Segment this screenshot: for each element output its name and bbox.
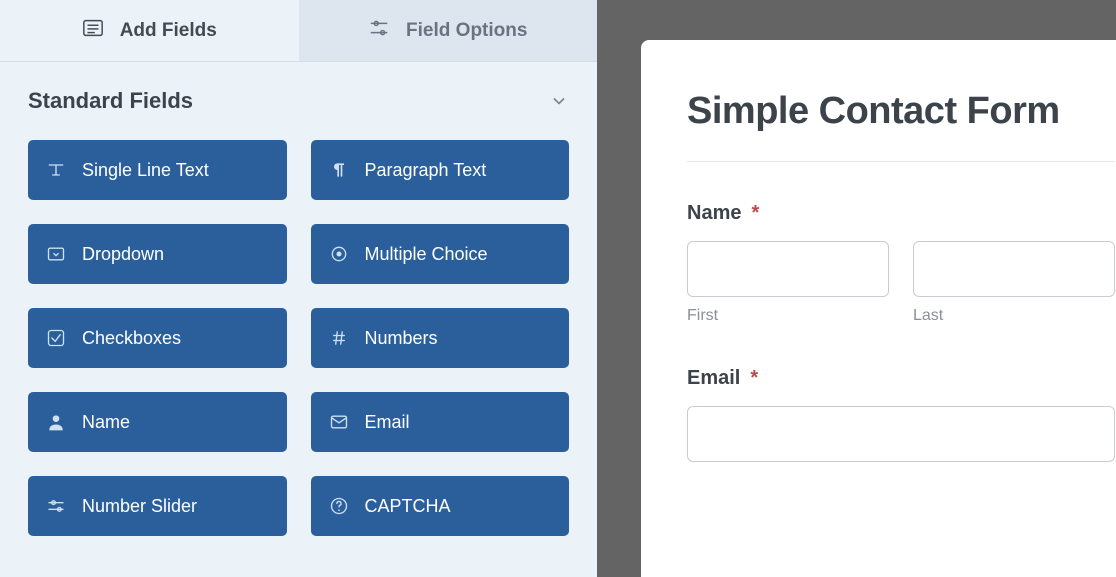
field-checkboxes[interactable]: Checkboxes [28,308,287,368]
form-canvas[interactable]: Simple Contact Form Name * First Last [641,40,1116,577]
field-grid: Single Line Text Paragraph Text Dropdown [0,126,597,564]
checkbox-icon [46,328,66,348]
tab-label: Add Fields [120,20,217,42]
field-label: Multiple Choice [365,244,488,265]
field-number-slider[interactable]: Number Slider [28,476,287,536]
first-name-input[interactable] [687,241,889,297]
tab-field-options[interactable]: Field Options [299,0,598,61]
dropdown-icon [46,244,66,264]
sliders-icon [368,17,390,45]
field-label: Numbers [365,328,438,349]
field-label: Checkboxes [82,328,181,349]
slider-icon [46,496,66,516]
field-name[interactable]: Name [28,392,287,452]
last-name-input[interactable] [913,241,1115,297]
preview-pane: Simple Contact Form Name * First Last [597,0,1116,577]
chevron-down-icon [549,91,569,111]
required-mark: * [750,367,758,390]
last-name-sublabel: Last [913,307,1115,325]
label-text: Email [687,367,740,390]
field-label: Number Slider [82,496,197,517]
field-label: Paragraph Text [365,160,487,181]
field-label-name: Name * [687,202,1115,225]
field-dropdown[interactable]: Dropdown [28,224,287,284]
field-captcha[interactable]: CAPTCHA [311,476,570,536]
paragraph-icon [329,160,349,180]
required-mark: * [751,202,759,225]
field-label: Email [365,412,410,433]
field-numbers[interactable]: Numbers [311,308,570,368]
form-field-name[interactable]: Name * First Last [687,202,1115,325]
field-label: Name [82,412,130,433]
builder-sidebar: Add Fields Field Options Standard Fields… [0,0,597,577]
section-standard-fields[interactable]: Standard Fields [0,62,597,126]
radio-icon [329,244,349,264]
tab-add-fields[interactable]: Add Fields [0,0,299,61]
tab-label: Field Options [406,20,527,42]
text-icon [46,160,66,180]
hash-icon [329,328,349,348]
field-label: Dropdown [82,244,164,265]
list-icon [82,17,104,45]
section-title: Standard Fields [28,88,193,114]
email-input[interactable] [687,406,1115,462]
field-label: CAPTCHA [365,496,451,517]
form-title: Simple Contact Form [687,90,1115,133]
field-email[interactable]: Email [311,392,570,452]
envelope-icon [329,412,349,432]
person-icon [46,412,66,432]
first-name-sublabel: First [687,307,889,325]
form-field-email[interactable]: Email * [687,367,1115,462]
field-paragraph-text[interactable]: Paragraph Text [311,140,570,200]
sidebar-tabs: Add Fields Field Options [0,0,597,62]
field-single-line-text[interactable]: Single Line Text [28,140,287,200]
field-label: Single Line Text [82,160,209,181]
title-rule [687,161,1115,162]
field-label-email: Email * [687,367,1115,390]
question-icon [329,496,349,516]
field-multiple-choice[interactable]: Multiple Choice [311,224,570,284]
label-text: Name [687,202,741,225]
